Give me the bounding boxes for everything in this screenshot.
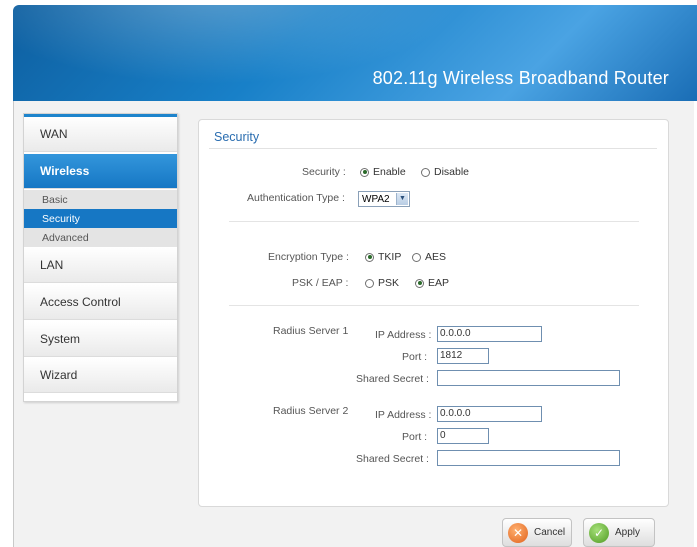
- sidebar-item-system[interactable]: System: [24, 322, 177, 357]
- sidebar-item-access-control[interactable]: Access Control: [24, 285, 177, 320]
- header-banner: 802.11g Wireless Broadband Router: [13, 5, 697, 101]
- radio-on-icon: [365, 252, 374, 262]
- security-enable-radio[interactable]: Enable: [360, 166, 406, 178]
- sidebar: WAN Wireless Basic Security Advanced LAN…: [23, 113, 178, 402]
- auth-type-label: Authentication Type :: [247, 192, 345, 204]
- router-title: 802.11g Wireless Broadband Router: [372, 68, 669, 88]
- submenu-basic[interactable]: Basic: [24, 190, 177, 209]
- radio-on-icon: [360, 167, 369, 177]
- submenu-advanced[interactable]: Advanced: [24, 228, 177, 247]
- sidebar-item-wan[interactable]: WAN: [24, 117, 177, 152]
- security-enable-label: Enable: [373, 166, 406, 178]
- sidebar-item-lan[interactable]: LAN: [24, 248, 177, 283]
- radius1-secret-input[interactable]: [437, 370, 620, 386]
- encryption-aes-radio[interactable]: AES: [412, 251, 446, 263]
- cancel-x-icon: ✕: [508, 522, 528, 543]
- radius-server-1-label: Radius Server 1: [273, 325, 349, 337]
- radius1-secret-label: Shared Secret :: [356, 373, 429, 385]
- eap-radio[interactable]: EAP: [415, 277, 449, 289]
- radio-on-icon: [415, 278, 424, 288]
- radius2-port-input[interactable]: 0: [437, 428, 489, 444]
- radio-off-icon: [421, 167, 430, 177]
- cancel-label: Cancel: [534, 527, 566, 538]
- psk-eap-label: PSK / EAP :: [292, 277, 349, 289]
- radio-off-icon: [365, 278, 374, 288]
- security-panel: Security Security : Enable Disable Authe…: [198, 119, 669, 507]
- radius1-ip-label: IP Address :: [375, 329, 432, 341]
- auth-type-select[interactable]: WPA2 ▼: [358, 191, 410, 207]
- radius1-port-label: Port :: [402, 351, 428, 363]
- cancel-button[interactable]: ✕ Cancel: [502, 518, 572, 547]
- radius2-secret-label: Shared Secret :: [356, 453, 429, 465]
- panel-title: Security: [214, 130, 260, 144]
- apply-check-icon: ✓: [589, 522, 609, 543]
- radius2-port-label: Port :: [402, 431, 428, 443]
- encryption-tkip-label: TKIP: [378, 251, 402, 263]
- radius-server-2-label: Radius Server 2: [273, 405, 349, 417]
- radius2-ip-input[interactable]: 0.0.0.0: [437, 406, 542, 422]
- radius1-port-input[interactable]: 1812: [437, 348, 489, 364]
- sidebar-item-wizard[interactable]: Wizard: [24, 358, 177, 393]
- separator-2: [229, 305, 639, 306]
- apply-label: Apply: [615, 527, 641, 538]
- security-disable-radio[interactable]: Disable: [421, 166, 469, 178]
- eap-label: EAP: [428, 277, 450, 289]
- auth-type-value: WPA2: [362, 193, 390, 205]
- security-label: Security :: [302, 166, 346, 178]
- encryption-tkip-radio[interactable]: TKIP: [365, 251, 401, 263]
- sidebar-item-wireless[interactable]: Wireless: [24, 154, 177, 189]
- encryption-type-label: Encryption Type :: [268, 251, 349, 263]
- security-disable-label: Disable: [434, 166, 470, 178]
- radius2-ip-label: IP Address :: [375, 409, 432, 421]
- submenu-security[interactable]: Security: [24, 209, 177, 228]
- apply-button[interactable]: ✓ Apply: [583, 518, 655, 547]
- radius1-ip-input[interactable]: 0.0.0.0: [437, 326, 542, 342]
- psk-label: PSK: [378, 277, 400, 289]
- title-divider: [209, 148, 657, 149]
- separator-1: [229, 221, 639, 222]
- encryption-aes-label: AES: [425, 251, 447, 263]
- radio-off-icon: [412, 252, 421, 262]
- radius2-secret-input[interactable]: [437, 450, 620, 466]
- psk-radio[interactable]: PSK: [365, 277, 399, 289]
- chevron-down-icon: ▼: [396, 193, 408, 205]
